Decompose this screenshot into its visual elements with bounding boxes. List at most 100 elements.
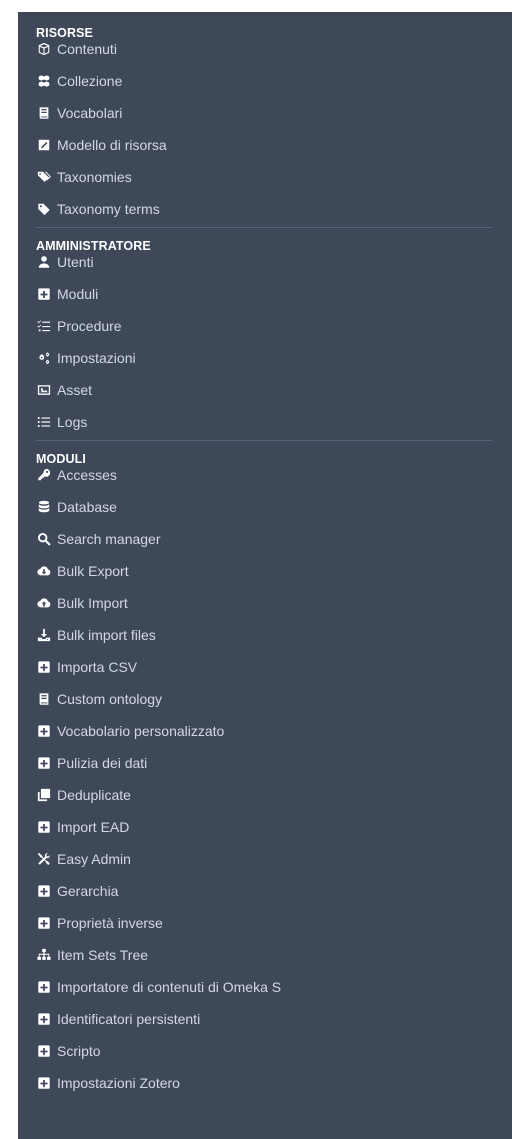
- sidebar-item-label: Impostazioni Zotero: [57, 1075, 180, 1091]
- sidebar-item-import-ead[interactable]: Import EAD: [36, 811, 512, 843]
- sidebar-item-asset[interactable]: Asset: [36, 374, 512, 406]
- download-icon: [36, 627, 52, 643]
- sidebar-item-item-sets-tree[interactable]: Item Sets Tree: [36, 939, 512, 971]
- sidebar-item-deduplicate[interactable]: Deduplicate: [36, 779, 512, 811]
- sidebar-item-bulk-export[interactable]: Bulk Export: [36, 555, 512, 587]
- sidebar-item-vocabolari[interactable]: Vocabolari: [36, 97, 512, 129]
- book-icon: [36, 105, 52, 121]
- sidebar-item-moduli[interactable]: Moduli: [36, 278, 512, 310]
- sidebar-item-impostazioni[interactable]: Impostazioni: [36, 342, 512, 374]
- sidebar-item-label: Modello di risorsa: [57, 137, 167, 153]
- plus-square-icon: [36, 979, 52, 995]
- sidebar-item-label: Collezione: [57, 73, 123, 89]
- sidebar-item-search-manager[interactable]: Search manager: [36, 523, 512, 555]
- section-divider: [36, 227, 492, 228]
- cloud-upload-icon: [36, 595, 52, 611]
- sidebar-item-importa-csv[interactable]: Importa CSV: [36, 651, 512, 683]
- plus-square-icon: [36, 1043, 52, 1059]
- sidebar-item-label: Proprietà inverse: [57, 915, 163, 931]
- sidebar-item-label: Item Sets Tree: [57, 947, 149, 963]
- sidebar-item-label: Taxonomy terms: [57, 201, 160, 217]
- sidebar-item-label: Database: [57, 499, 117, 515]
- plus-square-icon: [36, 659, 52, 675]
- sidebar-item-label: Gerarchia: [57, 883, 119, 899]
- sitemap-icon: [36, 947, 52, 963]
- sidebar-item-label: Import EAD: [57, 819, 130, 835]
- clone-icon: [36, 787, 52, 803]
- sidebar-item-label: Impostazioni: [57, 350, 136, 366]
- sidebar-item-label: Easy Admin: [57, 851, 131, 867]
- section-divider: [36, 440, 492, 441]
- sidebar-item-label: Taxonomies: [57, 169, 132, 185]
- database-icon: [36, 499, 52, 515]
- sidebar-item-modello-di-risorsa[interactable]: Modello di risorsa: [36, 129, 512, 161]
- admin-sidebar: RISORSE Contenuti Collezione Vocabolari Mode…: [18, 12, 512, 1139]
- nav-list: Contenuti Collezione Vocabolari Modello di …: [36, 33, 512, 225]
- sidebar-item-label: Search manager: [57, 531, 161, 547]
- plus-square-icon: [36, 883, 52, 899]
- edit-square-icon: [36, 137, 52, 153]
- sidebar-item-scripto[interactable]: Scripto: [36, 1035, 512, 1067]
- sidebar-item-label: Importa CSV: [57, 659, 138, 675]
- sidebar-item-impostazioni-zotero[interactable]: Impostazioni Zotero: [36, 1067, 512, 1099]
- cube-icon: [36, 41, 52, 57]
- plus-square-icon: [36, 1011, 52, 1027]
- sidebar-item-label: Contenuti: [57, 41, 117, 57]
- sidebar-item-label: Vocabolari: [57, 105, 123, 121]
- sidebar-item-gerarchia[interactable]: Gerarchia: [36, 875, 512, 907]
- tags-icon: [36, 169, 52, 185]
- sidebar-item-label: Vocabolario personalizzato: [57, 723, 225, 739]
- plus-square-icon: [36, 819, 52, 835]
- sidebar-item-label: Bulk import files: [57, 627, 156, 643]
- plus-square-icon: [36, 286, 52, 302]
- nav-list: Utenti Moduli Procedure Impostazioni Asset Lo…: [36, 246, 512, 438]
- plus-square-icon: [36, 915, 52, 931]
- tasks-icon: [36, 318, 52, 334]
- sidebar-item-label: Asset: [57, 382, 93, 398]
- sidebar-item-label: Bulk Import: [57, 595, 128, 611]
- sidebar-item-label: Moduli: [57, 286, 99, 302]
- nav-list: Accesses Database Search manager Bulk Expor…: [36, 459, 512, 1099]
- sidebar-item-bulk-import-files[interactable]: Bulk import files: [36, 619, 512, 651]
- plus-square-icon: [36, 755, 52, 771]
- cubes-icon: [36, 73, 52, 89]
- tools-icon: [36, 851, 52, 867]
- sidebar-item-custom-ontology[interactable]: Custom ontology: [36, 683, 512, 715]
- cloud-download-icon: [36, 563, 52, 579]
- sidebar-item-label: Pulizia dei dati: [57, 755, 148, 771]
- plus-square-icon: [36, 1075, 52, 1091]
- sidebar-item-identificatori-persistenti[interactable]: Identificatori persistenti: [36, 1003, 512, 1035]
- sidebar-item-label: Scripto: [57, 1043, 101, 1059]
- key-icon: [36, 467, 52, 483]
- sidebar-item-label: Bulk Export: [57, 563, 129, 579]
- sidebar-item-pulizia-dei-dati[interactable]: Pulizia dei dati: [36, 747, 512, 779]
- sidebar-sections: RISORSE Contenuti Collezione Vocabolari Mode…: [36, 25, 512, 1099]
- sidebar-item-proprieta-inverse[interactable]: Proprietà inverse: [36, 907, 512, 939]
- plus-square-icon: [36, 723, 52, 739]
- sidebar-item-label: Importatore di contenuti di Omeka S: [57, 979, 282, 995]
- sidebar-item-label: Accesses: [57, 467, 117, 483]
- list-icon: [36, 414, 52, 430]
- sidebar-item-contenuti[interactable]: Contenuti: [36, 33, 512, 65]
- sidebar-item-taxonomies[interactable]: Taxonomies: [36, 161, 512, 193]
- sidebar-item-label: Deduplicate: [57, 787, 131, 803]
- sidebar-item-label: Procedure: [57, 318, 122, 334]
- sidebar-item-label: Logs: [57, 414, 88, 430]
- sidebar-item-logs[interactable]: Logs: [36, 406, 512, 438]
- sidebar-item-collezione[interactable]: Collezione: [36, 65, 512, 97]
- user-icon: [36, 254, 52, 270]
- sidebar-item-importatore-di-contenuti-di-omeka-s[interactable]: Importatore di contenuti di Omeka S: [36, 971, 512, 1003]
- sidebar-item-vocabolario-personalizzato[interactable]: Vocabolario personalizzato: [36, 715, 512, 747]
- sidebar-item-label: Utenti: [57, 254, 94, 270]
- tag-icon: [36, 201, 52, 217]
- sidebar-item-label: Identificatori persistenti: [57, 1011, 201, 1027]
- sidebar-item-taxonomy-terms[interactable]: Taxonomy terms: [36, 193, 512, 225]
- sidebar-item-bulk-import[interactable]: Bulk Import: [36, 587, 512, 619]
- sidebar-item-label: Custom ontology: [57, 691, 163, 707]
- sidebar-item-easy-admin[interactable]: Easy Admin: [36, 843, 512, 875]
- book-icon: [36, 691, 52, 707]
- sidebar-item-procedure[interactable]: Procedure: [36, 310, 512, 342]
- sidebar-item-database[interactable]: Database: [36, 491, 512, 523]
- sidebar-item-accesses[interactable]: Accesses: [36, 459, 512, 491]
- cogs-icon: [36, 350, 52, 366]
